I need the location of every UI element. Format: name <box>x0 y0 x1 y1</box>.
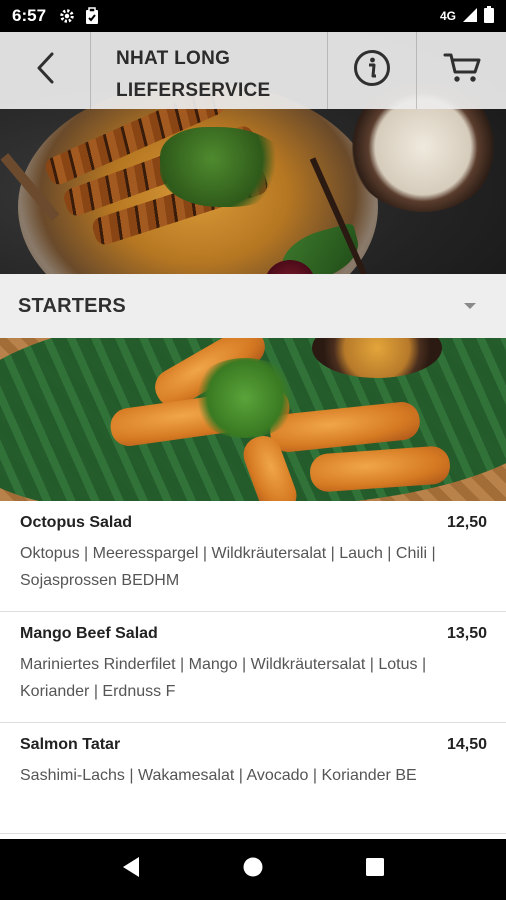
status-time: 6:57 <box>12 6 47 25</box>
dropdown-arrow-icon <box>464 303 476 309</box>
category-food-image <box>0 338 506 501</box>
nav-recents-button[interactable] <box>355 850 395 890</box>
gear-icon <box>58 7 76 25</box>
signal-icon <box>462 7 478 26</box>
system-nav-bar <box>0 839 506 900</box>
back-button[interactable] <box>0 32 91 109</box>
network-label: 4G <box>439 9 456 23</box>
app-header: NHAT LONG LIEFERSERVICE <box>0 32 506 109</box>
item-description: Oktopus | Meeresspargel | Wildkräutersal… <box>20 545 436 589</box>
item-price: 14,50 <box>446 736 487 753</box>
item-description: Sashimi-Lachs | Wakamesalat | Avocado | … <box>20 767 417 784</box>
menu-item[interactable]: Mango Beef Salad 13,50 Mariniertes Rinde… <box>0 612 506 723</box>
category-label: STARTERS <box>18 294 126 317</box>
status-bar: 6:57 4G <box>0 0 506 32</box>
menu-item[interactable]: Octopus Salad 12,50 Oktopus | Meeresspar… <box>0 501 506 612</box>
item-price: 13,50 <box>446 625 487 642</box>
info-button[interactable] <box>327 32 417 109</box>
menu-item[interactable]: Salmon Tatar 14,50 Sashimi-Lachs | Wakam… <box>0 723 506 834</box>
clipboard-icon <box>84 7 100 25</box>
title-line-2: LIEFERSERVICE <box>116 79 271 101</box>
nav-back-button[interactable] <box>111 850 151 890</box>
item-name: Mango Beef Salad <box>20 625 158 642</box>
category-dropdown[interactable]: STARTERS <box>0 274 506 338</box>
status-right: 4G <box>440 6 494 26</box>
nav-home-button[interactable] <box>233 850 273 890</box>
info-icon <box>353 49 391 92</box>
home-circle-icon <box>242 856 264 883</box>
battery-icon <box>484 6 494 26</box>
item-name: Salmon Tatar <box>20 736 121 753</box>
item-description: Mariniertes Rinderfilet | Mango | Wildkr… <box>20 656 427 700</box>
cart-button[interactable] <box>417 32 506 109</box>
title-line-1: NHAT LONG <box>116 47 231 69</box>
back-arrow-icon <box>34 51 56 90</box>
cart-icon <box>443 52 481 89</box>
item-name: Octopus Salad <box>20 514 133 531</box>
item-price: 12,50 <box>446 514 487 531</box>
recents-square-icon <box>365 857 385 882</box>
back-triangle-icon <box>121 856 141 883</box>
menu-list: Octopus Salad 12,50 Oktopus | Meeresspar… <box>0 501 506 834</box>
page-title: NHAT LONG LIEFERSERVICE <box>91 32 327 109</box>
